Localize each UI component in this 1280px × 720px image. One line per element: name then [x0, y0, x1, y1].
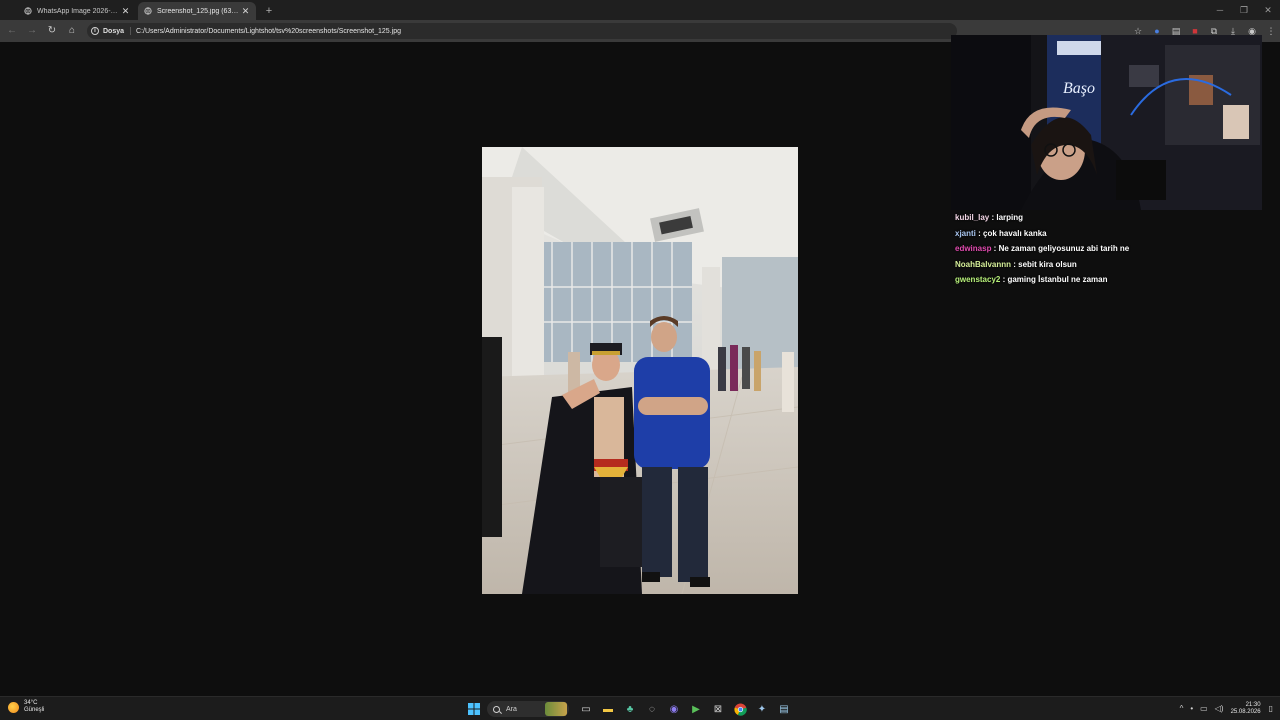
info-icon: i: [91, 27, 99, 35]
chat-text: Ne zaman geliyosunuz abi tarih ne: [998, 244, 1130, 253]
reload-button[interactable]: ↻: [43, 22, 61, 40]
close-icon[interactable]: ✕: [241, 6, 250, 16]
weather-widget[interactable]: 34°C Güneşli: [8, 700, 44, 714]
chat-message: xjanti : çok havalı kanka: [955, 228, 1047, 238]
notepad-icon[interactable]: ▤: [775, 700, 793, 718]
chat-message: NoahBalvannn : sebit kira olsun: [955, 259, 1077, 269]
steam-icon[interactable]: ✦: [753, 700, 771, 718]
chat-text: gaming İstanbul ne zaman: [1007, 275, 1108, 284]
task-view-icon[interactable]: ▭: [577, 700, 595, 718]
chat-username: gwenstacy2: [955, 275, 1001, 284]
cosplay-photo: [482, 147, 798, 594]
taskbar: 34°C Güneşli Ara ▭ ▬ ♣ ◌ ◉ ▶ ⊠ ✦ ▤ ^ • ▭…: [0, 696, 1280, 720]
address-bar[interactable]: i Dosya C:/Users/Administrator/Documents/…: [87, 23, 957, 39]
new-tab-button[interactable]: +: [262, 4, 276, 18]
search-icon: [493, 705, 500, 713]
chrome-icon[interactable]: [731, 700, 749, 718]
chat-message: edwinasp : Ne zaman geliyosunuz abi tari…: [955, 244, 1130, 253]
mic-icon[interactable]: •: [1190, 704, 1193, 713]
close-icon[interactable]: ✕: [121, 6, 130, 16]
forward-button[interactable]: →: [23, 22, 41, 40]
chat-message: kubil_lay : larping: [955, 213, 1024, 222]
neon-sign: Başo: [1063, 80, 1095, 97]
back-button[interactable]: ←: [3, 22, 21, 40]
clock-date: 25.08.2026: [1230, 708, 1261, 715]
taskbar-search[interactable]: Ara: [487, 701, 569, 717]
chat-text: larping: [996, 213, 1024, 222]
chat-message: gwenstacy2 : gaming İstanbul ne zaman: [955, 275, 1108, 284]
discord-icon[interactable]: ◉: [665, 700, 683, 718]
window-controls: ─ ❐ ✕: [1208, 0, 1280, 20]
network-icon[interactable]: ▭: [1200, 704, 1208, 713]
chevron-up-icon[interactable]: ^: [1180, 704, 1184, 713]
chat-username: NoahBalvannn: [955, 259, 1012, 269]
tab-title: Screenshot_125.jpg (630×892): [157, 7, 241, 15]
menu-icon[interactable]: ⋮: [1262, 22, 1280, 40]
restore-button[interactable]: ❐: [1232, 0, 1256, 20]
notification-icon[interactable]: ▯: [1269, 704, 1273, 713]
weather-desc: Güneşli: [24, 707, 45, 713]
volume-icon[interactable]: ◁): [1215, 704, 1224, 713]
chat-username: edwinasp: [955, 244, 992, 253]
tab-title: WhatsApp Image 2026-08-25 a: [37, 7, 121, 15]
tab-whatsapp-image[interactable]: WhatsApp Image 2026-08-25 a ✕: [18, 2, 136, 20]
tab-screenshot[interactable]: Screenshot_125.jpg (630×892) ✕: [138, 2, 256, 20]
tab-strip: WhatsApp Image 2026-08-25 a ✕ Screenshot…: [0, 0, 1280, 20]
system-tray: ^ • ▭ ◁) 21:30 25.08.2026 ▯: [1180, 697, 1280, 720]
sun-icon: [8, 701, 19, 713]
url-text: C:/Users/Administrator/Documents/Lightsh…: [136, 27, 401, 35]
windows-start-icon[interactable]: [465, 700, 483, 718]
chat-text: sebit kira olsun: [1018, 259, 1077, 269]
search-placeholder: Ara: [506, 705, 517, 713]
clock-time: 21:30: [1245, 701, 1261, 708]
app-icon[interactable]: ◌: [643, 700, 661, 718]
search-highlight-icon: [545, 702, 567, 716]
chat-username: xjanti: [955, 228, 976, 238]
clock[interactable]: 21:30 25.08.2026: [1231, 702, 1261, 716]
site-chip-label: Dosya: [103, 27, 125, 35]
site-info-chip[interactable]: i Dosya: [91, 27, 132, 35]
minimize-button[interactable]: ─: [1208, 0, 1232, 20]
app-icon[interactable]: ♣: [621, 700, 639, 718]
terminal-icon[interactable]: ⊠: [709, 700, 727, 718]
globe-icon: [144, 7, 152, 15]
weather-temp: 34°C: [24, 700, 38, 706]
chat-overlay: kubil_lay : larping xjanti : çok havalı …: [955, 213, 1275, 291]
taskbar-apps: Ara ▭ ▬ ♣ ◌ ◉ ▶ ⊠ ✦ ▤: [465, 699, 797, 719]
globe-icon: [24, 7, 32, 15]
media-icon[interactable]: ▶: [687, 700, 705, 718]
window-close-button[interactable]: ✕: [1256, 0, 1280, 20]
home-button[interactable]: ⌂: [63, 22, 81, 40]
chat-username: kubil_lay: [955, 213, 990, 222]
file-explorer-icon[interactable]: ▬: [599, 700, 617, 718]
chat-text: çok havalı kanka: [983, 228, 1047, 238]
webcam-overlay: Başo: [951, 35, 1262, 210]
